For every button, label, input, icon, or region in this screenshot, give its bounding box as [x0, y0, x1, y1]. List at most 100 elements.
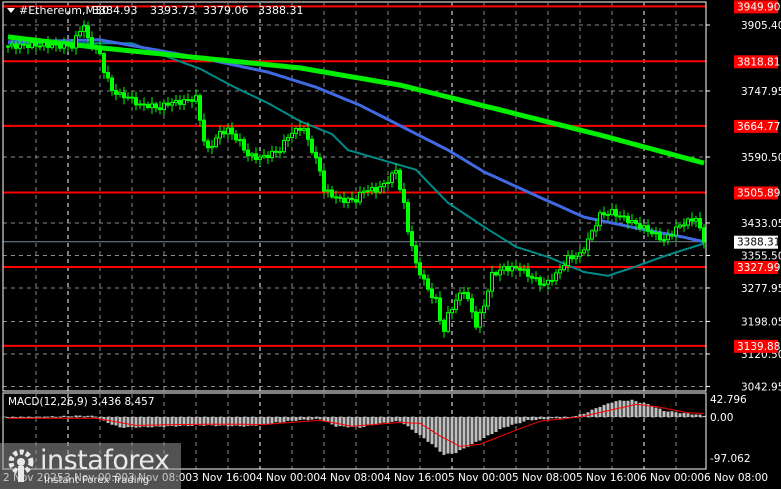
candle-body	[362, 190, 366, 193]
candle-body	[202, 119, 206, 142]
candle-body	[290, 132, 294, 139]
candle-body	[210, 146, 214, 149]
candle-body	[298, 128, 302, 131]
price-chart: MACD(12,26,9) 3.436 8.457 3905.40 3747.95…	[2, 0, 781, 484]
candle-body	[302, 128, 306, 131]
candle-body	[262, 154, 266, 158]
level-price-label: 3505.89	[737, 187, 780, 199]
candle-body	[6, 45, 10, 48]
candle-body	[14, 43, 18, 49]
macd-histogram-bar	[650, 406, 654, 417]
candle-body	[10, 43, 14, 47]
candle-body	[414, 245, 418, 264]
candle-body	[130, 96, 134, 99]
macd-histogram-bar	[290, 417, 294, 421]
macd-histogram-bar	[470, 417, 474, 445]
macd-histogram-bar	[398, 417, 402, 422]
candle-body	[46, 42, 50, 48]
macd-histogram-bar	[38, 416, 42, 418]
candle-body	[554, 272, 558, 282]
candle-body	[630, 220, 634, 224]
candle-body	[550, 279, 554, 282]
candle-body	[646, 225, 650, 232]
macd-histogram-bar	[526, 417, 530, 420]
candle-body	[138, 103, 142, 106]
macd-histogram-bar	[366, 417, 370, 426]
candle-body	[430, 288, 434, 298]
macd-histogram-bar	[174, 417, 178, 427]
candle-body	[282, 139, 286, 153]
candle-body	[598, 212, 602, 227]
macd-histogram-bar	[310, 417, 314, 420]
candle-body	[42, 42, 46, 47]
candle-body	[170, 102, 174, 106]
macd-histogram-bar	[46, 416, 50, 418]
macd-histogram-bar	[90, 415, 94, 417]
macd-histogram-bar	[390, 417, 394, 422]
candle-body	[342, 197, 346, 203]
macd-histogram-bar	[86, 415, 90, 417]
candle-body	[542, 283, 546, 286]
candle-body	[358, 191, 362, 203]
macd-histogram-bar	[542, 417, 546, 420]
candle-body	[506, 266, 510, 272]
candle-body	[178, 99, 182, 105]
candle-body	[126, 96, 130, 99]
macd-histogram-bar	[462, 417, 466, 449]
candle-body	[62, 43, 66, 49]
macd-histogram-bar	[454, 417, 458, 454]
macd-histogram-bar	[626, 400, 630, 417]
time-label: 4 Nov 16:00	[384, 472, 448, 484]
time-label: 5 Nov 00:00	[448, 472, 512, 484]
macd-histogram-bar	[74, 415, 78, 417]
macd-histogram-bar	[306, 417, 310, 421]
macd-histogram-bar	[382, 417, 386, 423]
macd-histogram-bar	[466, 417, 470, 447]
candle-body	[222, 130, 226, 135]
time-label: 3 Nov 16:00	[192, 472, 256, 484]
macd-histogram-bar	[58, 416, 62, 418]
candle-body	[30, 42, 34, 49]
candle-body	[326, 189, 330, 192]
candle-body	[22, 43, 26, 46]
time-label: 4 Nov 08:00	[320, 472, 384, 484]
candle-body	[666, 234, 670, 241]
candle-body	[98, 46, 102, 55]
collapse-triangle-icon[interactable]	[7, 8, 15, 13]
candle-body	[426, 278, 430, 290]
candle-body	[110, 77, 114, 91]
macd-histogram-bar	[438, 417, 442, 452]
price-tick-label: 3277.95	[741, 283, 781, 295]
candle-body	[670, 234, 674, 237]
macd-histogram-bar	[498, 417, 502, 430]
candle-body	[446, 312, 450, 332]
candle-body	[278, 151, 282, 154]
candle-body	[214, 137, 218, 148]
macd-histogram-bar	[690, 414, 694, 417]
candle-body	[606, 213, 610, 216]
candle-body	[610, 209, 614, 215]
candle-body	[682, 224, 686, 227]
candle-body	[146, 103, 150, 109]
candle-body	[450, 309, 454, 314]
macd-histogram-bar	[666, 411, 670, 417]
logo-tagline: Instant Forex Trading	[44, 475, 150, 486]
macd-histogram-bar	[662, 410, 666, 417]
candle-body	[458, 292, 462, 301]
macd-histogram-bar	[630, 399, 634, 417]
candle-body	[54, 43, 58, 46]
macd-histogram-bar	[670, 411, 674, 417]
macd-histogram-bar	[518, 417, 522, 424]
candle-body	[230, 127, 234, 135]
candle-body	[250, 153, 254, 157]
macd-histogram-bar	[442, 417, 446, 455]
macd-tick-label: -97.062	[710, 453, 751, 465]
gear-icon	[8, 449, 34, 482]
candle-body	[182, 98, 186, 105]
candle-body	[530, 275, 534, 279]
candle-body	[502, 266, 506, 271]
candle-body	[634, 220, 638, 225]
candle-body	[258, 156, 262, 160]
time-label: 5 Nov 08:00	[512, 472, 576, 484]
macd-histogram-bar	[422, 417, 426, 439]
